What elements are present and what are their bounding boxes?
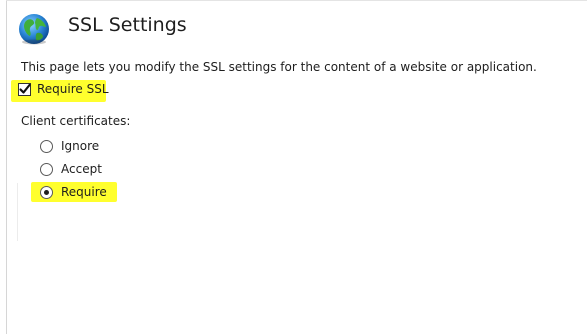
- page-description: This page lets you modify the SSL settin…: [21, 60, 537, 74]
- radio-accept-button[interactable]: [40, 162, 53, 176]
- radio-require[interactable]: Require: [40, 185, 107, 199]
- radio-accept[interactable]: Accept: [40, 162, 102, 176]
- require-ssl-checkbox[interactable]: [18, 82, 31, 96]
- ssl-settings-page: SSL Settings This page lets you modify t…: [0, 0, 587, 334]
- page-title: SSL Settings: [68, 14, 187, 36]
- pane-top-border: [6, 0, 587, 1]
- radio-ignore-label: Ignore: [61, 139, 100, 153]
- require-ssl-checkbox-row[interactable]: Require SSL: [18, 82, 109, 96]
- radio-require-button[interactable]: [40, 185, 53, 199]
- radio-ignore[interactable]: Ignore: [40, 139, 99, 153]
- pane-left-border: [6, 0, 7, 334]
- globe-icon: [17, 12, 51, 46]
- group-divider: [17, 183, 18, 241]
- checkmark-icon: [19, 83, 31, 94]
- client-certificates-label: Client certificates:: [21, 114, 131, 128]
- require-ssl-label: Require SSL: [37, 82, 109, 96]
- radio-require-label: Require: [61, 185, 107, 199]
- radio-accept-label: Accept: [61, 162, 102, 176]
- radio-ignore-button[interactable]: [40, 139, 53, 153]
- radio-selected-dot: [44, 189, 49, 195]
